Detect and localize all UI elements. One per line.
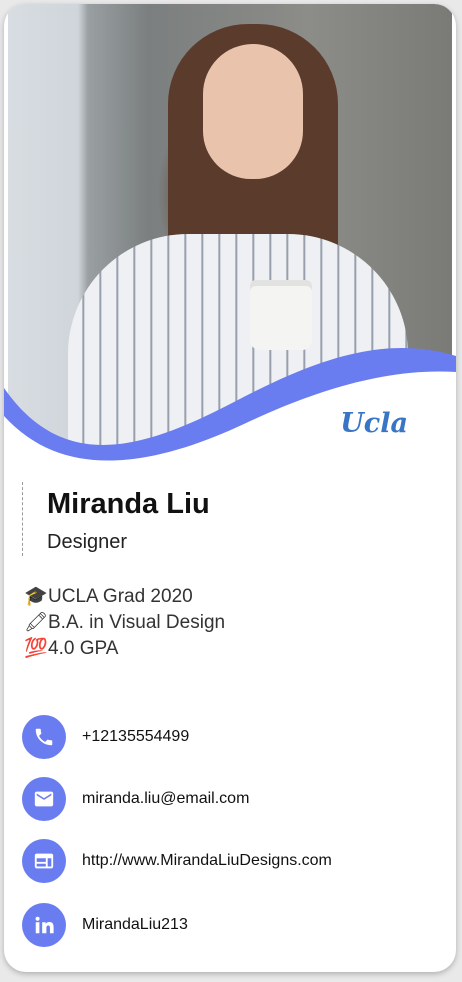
facts-list: 🎓UCLA Grad 2020 🖍B.A. in Visual Design 💯… (24, 584, 225, 662)
graduation-cap-icon: 🎓 (24, 586, 48, 607)
fact-item: 🖍B.A. in Visual Design (24, 610, 225, 636)
hero-section: Ucla (4, 4, 456, 464)
ucla-logo: Ucla (340, 408, 408, 439)
job-title: Designer (47, 531, 128, 553)
website-url[interactable]: http://www.MirandaLiuDesigns.com (82, 852, 332, 870)
hundred-points-icon: 💯 (24, 638, 48, 659)
fact-text: UCLA Grad 2020 (48, 586, 193, 607)
crayon-icon: 🖍 (24, 612, 49, 633)
fact-item: 🎓UCLA Grad 2020 (24, 584, 225, 610)
person-name: Miranda Liu (47, 488, 210, 520)
contact-email[interactable]: miranda.liu@email.com (22, 776, 442, 822)
phone-icon[interactable] (22, 715, 66, 759)
contact-website[interactable]: http://www.MirandaLiuDesigns.com (22, 838, 442, 884)
mail-icon[interactable] (22, 777, 66, 821)
fact-item: 💯4.0 GPA (24, 636, 225, 662)
fact-text: B.A. in Visual Design (48, 612, 226, 633)
name-block: Miranda Liu Designer (22, 482, 210, 556)
linkedin-handle[interactable]: MirandaLiu213 (82, 916, 188, 934)
web-card-icon[interactable] (22, 839, 66, 883)
linkedin-icon[interactable] (22, 903, 66, 947)
fact-text: 4.0 GPA (48, 638, 119, 659)
profile-card: Ucla Miranda Liu Designer 🎓UCLA Grad 202… (4, 4, 456, 972)
contact-phone[interactable]: +12135554499 (22, 714, 442, 760)
phone-number[interactable]: +12135554499 (82, 728, 189, 746)
contact-linkedin[interactable]: MirandaLiu213 (22, 902, 442, 948)
email-address[interactable]: miranda.liu@email.com (82, 790, 249, 808)
wave-divider (4, 348, 456, 464)
